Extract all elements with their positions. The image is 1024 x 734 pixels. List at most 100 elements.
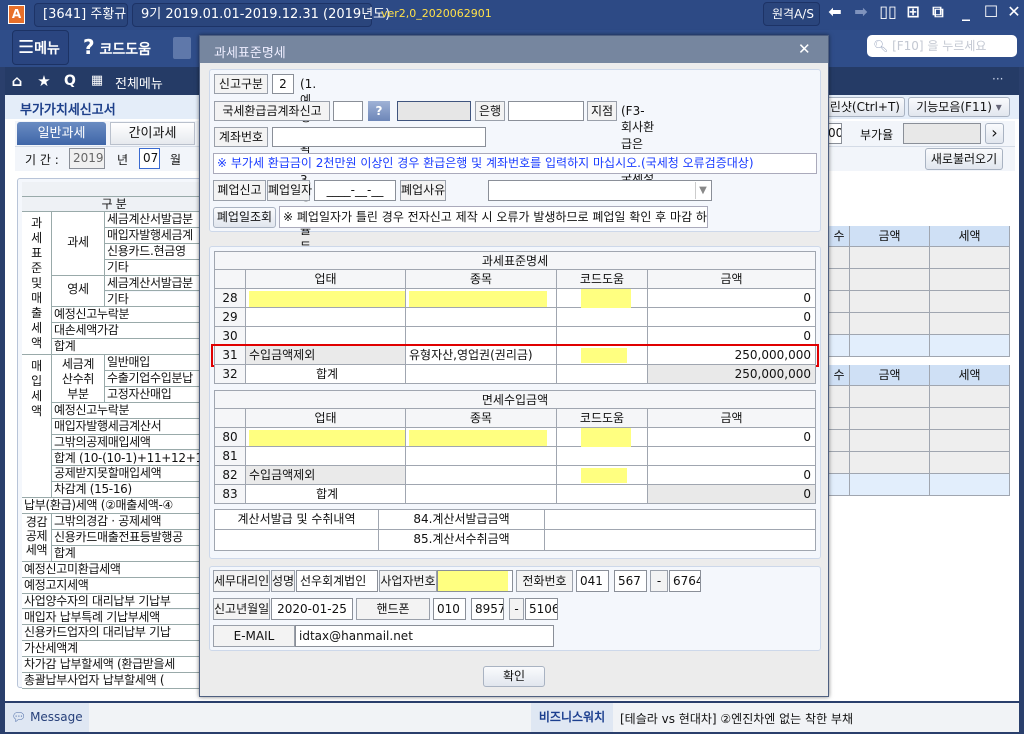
table-row[interactable]: 합계	[52, 545, 205, 562]
table-row[interactable]: 매입자발행세금계산서	[52, 418, 205, 435]
remote-as-button[interactable]: 원격A/S	[763, 2, 820, 26]
table-row[interactable]: 사업양수자의 대리납부 기납부	[22, 593, 205, 610]
table-row[interactable]: 예정신고누락분	[52, 402, 205, 419]
table-row[interactable]: 신용카드.현금영	[105, 243, 205, 260]
exempt-amount[interactable]: 0	[648, 466, 816, 485]
right-top-cell[interactable]	[850, 335, 930, 357]
right-top-cell[interactable]	[850, 247, 930, 269]
right-bottom-cell[interactable]	[850, 474, 930, 496]
minimize-icon[interactable]: _	[955, 0, 977, 24]
tax-base-amount[interactable]: 0	[648, 289, 816, 308]
right-top-cell[interactable]	[829, 291, 850, 313]
right-bottom-cell[interactable]	[829, 452, 850, 474]
table-row[interactable]: 일반매입	[105, 355, 205, 371]
table-row[interactable]: 신용카드업자의 대리납부 기납	[22, 625, 205, 642]
grid-icon[interactable]: ⊞	[902, 0, 924, 24]
right-top-cell[interactable]	[850, 291, 930, 313]
back-arrow-icon[interactable]: ⬅	[824, 0, 846, 24]
month-input[interactable]: 07	[139, 148, 160, 169]
bank-code-input[interactable]	[397, 101, 471, 121]
next-button[interactable]: ›	[985, 123, 1004, 144]
mobile-last-input[interactable]: 5106	[525, 598, 558, 620]
right-bottom-cell[interactable]	[829, 474, 850, 496]
exempt-item[interactable]	[406, 485, 557, 504]
exempt-item[interactable]	[406, 466, 557, 485]
trash-icon[interactable]	[173, 37, 191, 59]
forward-arrow-icon[interactable]: ➡	[850, 0, 872, 24]
agent-name-input[interactable]: 선우회계법인	[296, 570, 378, 592]
more-icon[interactable]: ···	[992, 72, 1003, 86]
tax-base-item[interactable]	[406, 308, 557, 327]
book-icon[interactable]: ▯▯	[877, 0, 899, 24]
right-top-cell[interactable]	[930, 335, 1010, 357]
dropdown-arrow-icon[interactable]: ▼	[695, 182, 710, 199]
invoice-issued-input[interactable]	[545, 509, 816, 530]
quick-search-icon[interactable]: Q	[58, 69, 82, 93]
right-bottom-cell[interactable]	[850, 408, 930, 430]
exempt-business-type[interactable]: 수입금액제외	[246, 466, 406, 485]
right-bottom-cell[interactable]	[829, 386, 850, 408]
tax-base-amount[interactable]: 250,000,000	[648, 365, 816, 384]
star-icon[interactable]: ★	[32, 69, 56, 93]
table-row[interactable]: 그밖의공제매입세액	[52, 434, 205, 451]
table-row[interactable]: 신용카드매출전표등발행공	[52, 530, 205, 546]
table-row[interactable]: 대손세액가감	[52, 323, 205, 340]
table-row[interactable]: 기타	[105, 291, 205, 308]
table-row[interactable]: 세금계산서발급분	[105, 212, 205, 228]
exempt-amount[interactable]: 0	[648, 428, 816, 447]
tax-base-code-help[interactable]	[557, 365, 648, 384]
phone-prefix-input[interactable]: 567	[614, 570, 647, 592]
right-top-cell[interactable]	[930, 247, 1010, 269]
function-menu-button[interactable]: 기능모음(F11) ▾	[908, 97, 1010, 117]
table-row[interactable]: 가산세액계	[22, 641, 205, 658]
exempt-item[interactable]	[406, 447, 557, 466]
company-selector[interactable]: [3641] 주황규	[34, 3, 128, 27]
maximize-icon[interactable]: ☐	[980, 0, 1002, 24]
table-row[interactable]: 매입자 납부특례 기납부세액	[22, 609, 205, 626]
tab-simplified-taxation[interactable]: 간이과세	[110, 122, 195, 145]
right-bottom-cell[interactable]	[930, 474, 1010, 496]
right-top-cell[interactable]	[829, 313, 850, 335]
table-row[interactable]: 세금계산서발급분	[105, 275, 205, 292]
right-top-cell[interactable]	[829, 269, 850, 291]
fiscal-period-selector[interactable]: 9기 2019.01.01-2019.12.31 (2019년도)	[132, 3, 390, 27]
tax-base-amount[interactable]: 0	[648, 308, 816, 327]
phone-area-input[interactable]: 041	[576, 570, 609, 592]
right-top-cell[interactable]	[930, 291, 1010, 313]
closure-reason-select[interactable]	[488, 180, 712, 201]
close-icon[interactable]: ✕	[1004, 0, 1024, 24]
report-type-input[interactable]: 2	[272, 74, 294, 94]
vat-rate-input[interactable]	[903, 123, 981, 144]
right-bottom-cell[interactable]	[829, 408, 850, 430]
right-top-cell[interactable]	[850, 313, 930, 335]
table-row[interactable]: 차가감 납부할세액 (환급받을세	[22, 657, 205, 674]
right-bottom-cell[interactable]	[930, 452, 1010, 474]
exempt-business-type[interactable]	[246, 447, 406, 466]
refund-account-input[interactable]	[333, 101, 363, 121]
right-bottom-cell[interactable]	[930, 408, 1010, 430]
table-row[interactable]: 기타	[105, 259, 205, 276]
right-bottom-cell[interactable]	[829, 430, 850, 452]
table-row[interactable]: 고정자산매입	[105, 386, 205, 403]
menu-button[interactable]: ☰메뉴	[12, 30, 69, 65]
calendar-icon[interactable]: ▦	[85, 69, 109, 93]
screenshot-button-visible[interactable]: 린샷(Ctrl+T)	[825, 97, 905, 117]
report-date-input[interactable]: 2020-01-25	[271, 598, 353, 620]
mobile-prefix-input[interactable]: 010	[433, 598, 466, 620]
all-menu-link[interactable]: 전체메뉴	[115, 73, 163, 92]
year-input[interactable]: 2019	[69, 148, 105, 169]
mobile-middle-input[interactable]: 8957	[471, 598, 504, 620]
tax-base-business-type[interactable]	[246, 308, 406, 327]
table-row[interactable]: 총괄납부사업자 납부할세액 (	[22, 673, 205, 689]
table-row[interactable]: 합계 (10-(10-1)+11+12+13	[52, 450, 205, 467]
table-row[interactable]: 예정신고미환급세액	[22, 561, 205, 578]
email-input[interactable]: idtax@hanmail.net	[295, 625, 554, 647]
exempt-amount[interactable]: 0	[648, 485, 816, 504]
closure-lookup-button[interactable]: 폐업일조회	[213, 207, 276, 228]
right-top-cell[interactable]	[930, 313, 1010, 335]
invoice-received-input[interactable]	[545, 530, 816, 551]
right-bottom-cell[interactable]	[850, 452, 930, 474]
table-row[interactable]: 납부(환급)세액 (②매출세액-④	[22, 498, 205, 515]
exempt-business-type[interactable]: 합계	[246, 485, 406, 504]
ok-button[interactable]: 확인	[483, 666, 545, 687]
